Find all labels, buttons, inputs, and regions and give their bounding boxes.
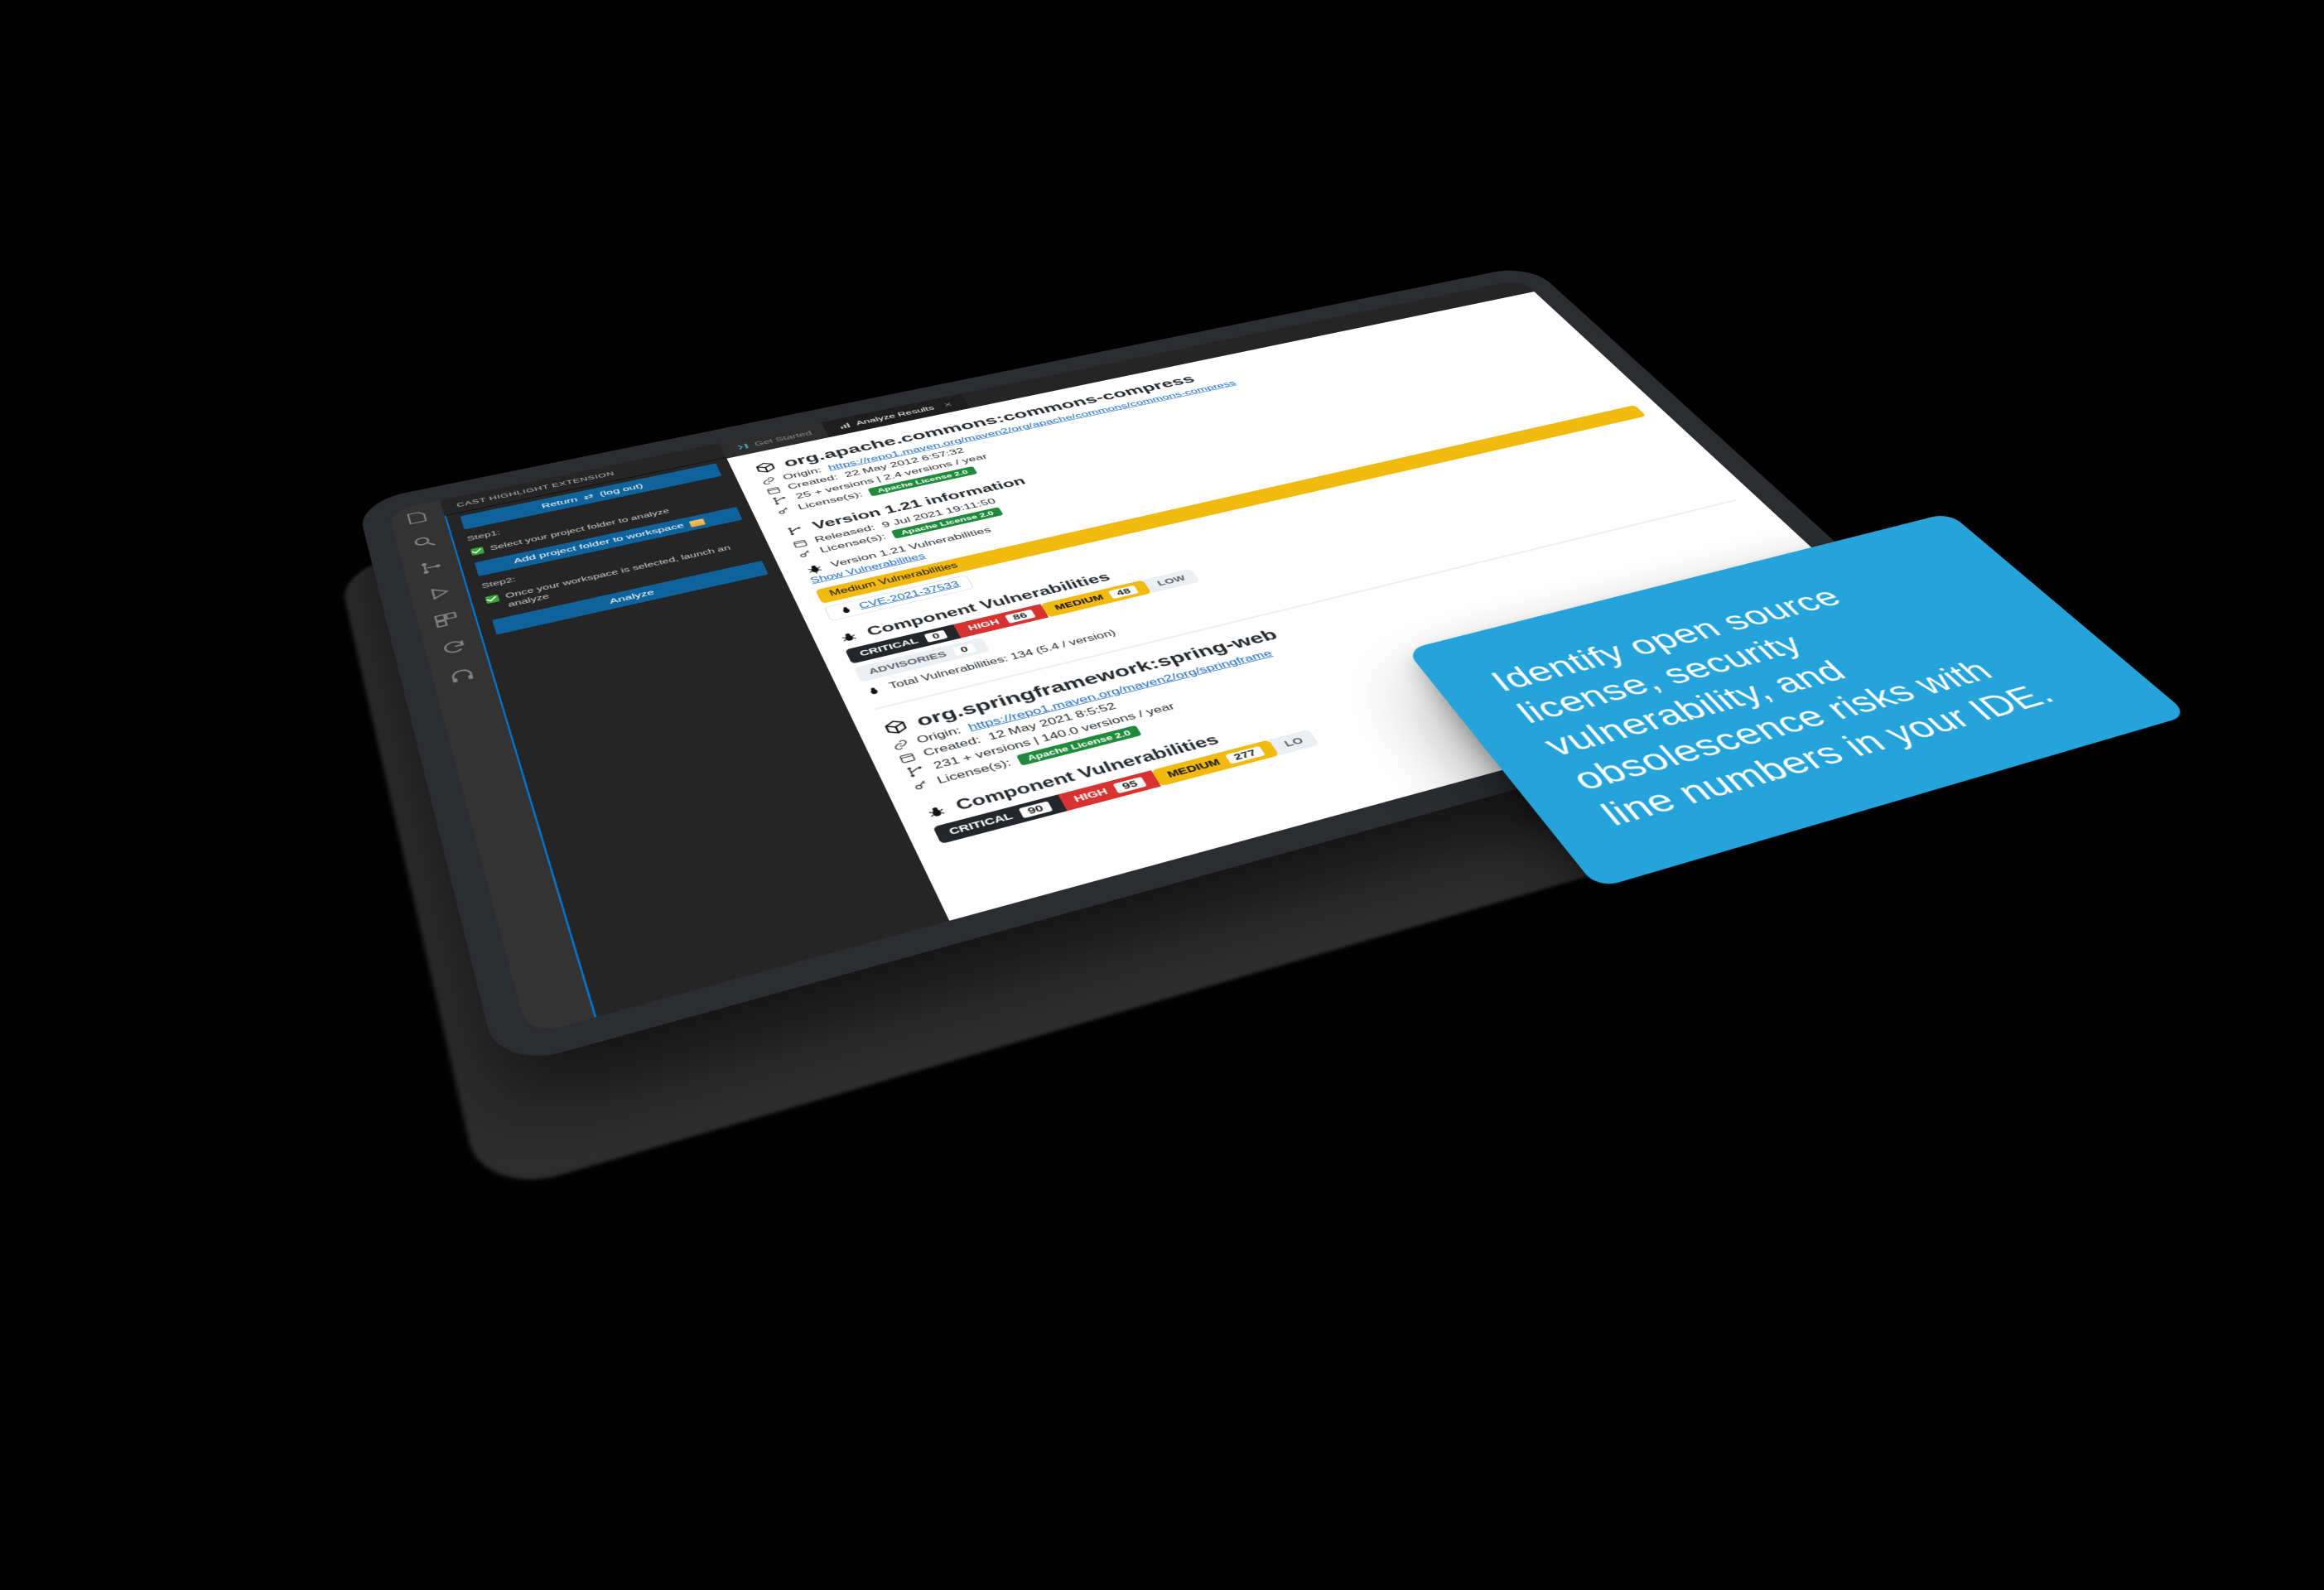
versions-info: 231 + versions | 140.0 versions / year (932, 701, 1178, 772)
critical-count: 90 (1019, 801, 1053, 818)
high-label: HIGH (1072, 786, 1110, 804)
files-icon[interactable] (403, 508, 432, 526)
folder-icon (689, 518, 706, 528)
created-label: Created: (921, 735, 983, 759)
license-label: License(s): (935, 757, 1014, 787)
branch-icon (784, 524, 806, 537)
source-control-icon[interactable] (417, 558, 446, 576)
calendar-icon (791, 538, 809, 549)
component-vuln-text: Component Vulnerabilities (952, 732, 1222, 815)
component-vuln-text: Component Vulnerabilities (865, 571, 1114, 639)
link-icon (760, 476, 778, 486)
key-icon (796, 548, 814, 559)
key-icon (910, 778, 931, 793)
cve-link[interactable]: CVE-2021-37533 (858, 580, 962, 610)
origin-label: Origin: (914, 725, 963, 746)
created-value: 12 May 2021 8:5:52 (986, 701, 1118, 743)
branch-icon (903, 763, 928, 779)
medium-label: MEDIUM (1165, 757, 1222, 779)
calendar-icon (765, 485, 783, 495)
license-pill: Apache License 2.0 (1016, 725, 1141, 765)
medium-count: 277 (1225, 746, 1266, 764)
headset-icon[interactable] (446, 665, 477, 686)
return-label: Return (540, 495, 578, 509)
logout-label: (log out) (599, 482, 644, 498)
low-label: LO (1282, 735, 1305, 749)
package-icon (753, 460, 778, 475)
calendar-icon (897, 751, 918, 765)
high-count: 95 (1113, 777, 1147, 793)
results-icon (837, 422, 852, 430)
checkbox-icon (470, 547, 485, 556)
close-icon[interactable]: ✕ (942, 401, 954, 409)
search-icon[interactable] (410, 533, 438, 552)
vscode-icon (735, 442, 750, 450)
origin-url[interactable]: https://repo1.maven.org/maven2/org/sprin… (966, 648, 1275, 734)
key-icon (775, 506, 793, 517)
